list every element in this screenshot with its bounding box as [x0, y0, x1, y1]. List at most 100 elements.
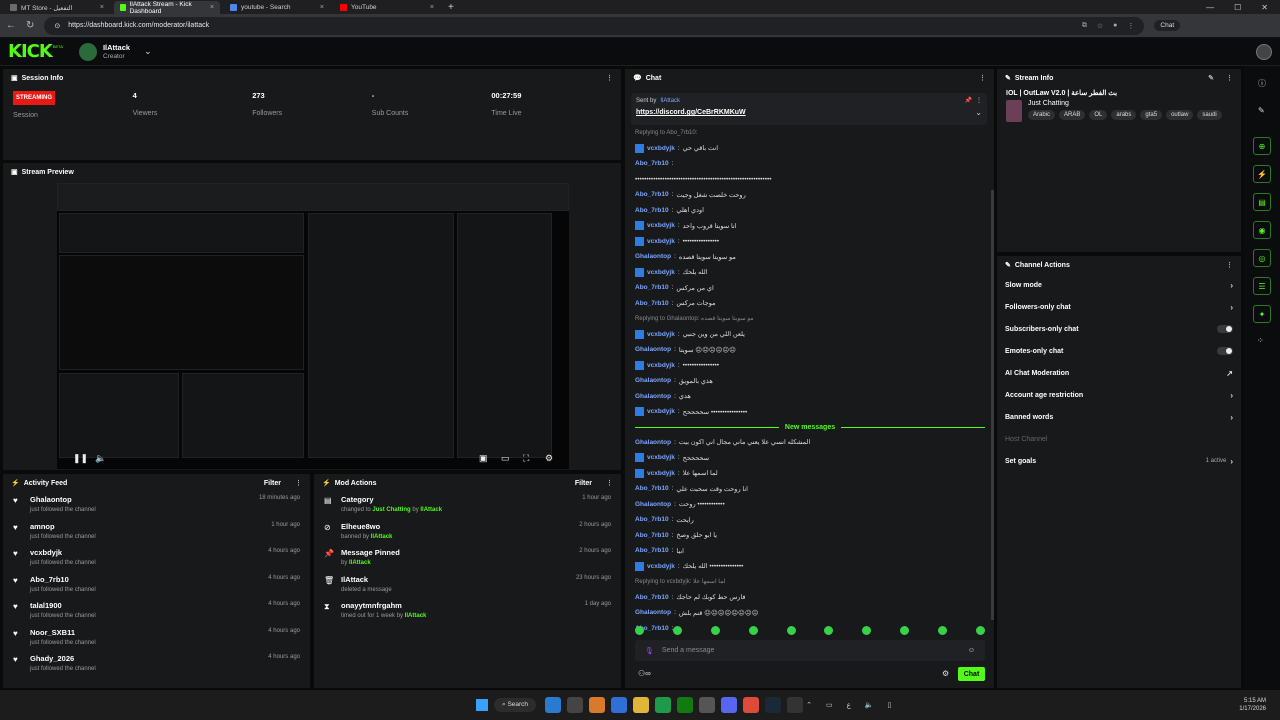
tab-close-icon[interactable]: ×	[320, 4, 324, 11]
more-options-icon[interactable]: ⋮	[295, 479, 302, 487]
chat-username[interactable]: Ghalaontop	[635, 501, 671, 508]
menu-dots-icon[interactable]: ⋮	[1127, 22, 1134, 30]
chat-message[interactable]: Ghalaontop: مو سويتا سويتا قصده	[635, 249, 985, 265]
more-options-icon[interactable]: ⋮	[1226, 261, 1233, 269]
close-window-icon[interactable]: ✕	[1261, 1, 1268, 14]
chat-message[interactable]: Ghalaontop: المشكله انسي علا يعني ماني مج…	[635, 435, 985, 451]
minimize-icon[interactable]: —	[1206, 1, 1214, 14]
emote-icon[interactable]	[635, 626, 644, 635]
activity-user[interactable]: Ghalaontop	[30, 495, 251, 505]
pause-icon[interactable]: ❚❚	[73, 453, 88, 464]
more-options-icon[interactable]: ⋮	[1226, 74, 1233, 82]
emoji-icon[interactable]: ☺	[968, 647, 975, 654]
chat-username[interactable]: vcxbdyjk	[647, 362, 675, 369]
activity-user[interactable]: vcxbdyjk	[30, 548, 260, 558]
speaker-icon[interactable]: 🔈	[865, 701, 874, 709]
pip-icon[interactable]: ▣	[479, 453, 488, 464]
chevron-down-icon[interactable]: ⌄	[144, 46, 152, 57]
steam-icon[interactable]	[765, 697, 782, 713]
chat-message[interactable]: Ghalaontop: قنم بلش ☹☹☹☹☹☹☹☹	[635, 605, 985, 621]
chevron-right-icon[interactable]: ›	[1230, 391, 1233, 400]
mod-action-item[interactable]: 📌 Message Pinned by IlAttack 2 hours ago	[314, 545, 621, 572]
edit-pencil-icon[interactable]: ✎	[1208, 74, 1214, 82]
start-icon[interactable]	[476, 699, 488, 711]
language-indicator[interactable]: ع	[847, 701, 851, 709]
chat-username[interactable]: Abo_7rb10	[635, 594, 669, 601]
activity-item[interactable]: ♥ amnop just followed the channel 1 hour ag…	[3, 519, 310, 546]
chat-message[interactable]: vcxbdyjk: سححححح ••••••••••••••••	[635, 404, 985, 420]
mod-action-by[interactable]: IlAttack	[371, 534, 393, 540]
chat-username[interactable]: Abo_7rb10	[635, 207, 669, 214]
toggle-switch[interactable]	[1217, 325, 1233, 333]
chevron-right-icon[interactable]: ›	[1230, 303, 1233, 312]
browser-tab[interactable]: MT Store - التفعيل ×	[4, 1, 110, 14]
chat-message[interactable]: Abo_7rb10:	[635, 156, 985, 172]
more-options-icon[interactable]: ⋮	[606, 479, 613, 487]
chat-username[interactable]: vcxbdyjk	[647, 331, 675, 338]
tray-arrow-icon[interactable]: ⌃	[806, 701, 812, 709]
chat-message[interactable]: vcxbdyjk: انت باقي حي	[635, 141, 985, 157]
chat-username[interactable]: vcxbdyjk	[647, 563, 675, 570]
theater-icon[interactable]: ▭	[501, 453, 510, 464]
mod-action-by[interactable]: IlAttack	[405, 613, 427, 619]
emote-icon[interactable]	[824, 626, 834, 635]
chat-message[interactable]: vcxbdyjk: سححححح	[635, 450, 985, 466]
channel-action-row[interactable]: Emotes-only chat	[997, 340, 1241, 362]
mod-action-by[interactable]: IlAttack	[349, 560, 371, 566]
chat-username[interactable]: Abo_7rb10	[635, 532, 669, 539]
chevron-right-icon[interactable]: ›	[1230, 281, 1233, 290]
settings-icon[interactable]: ⚙	[545, 453, 553, 464]
emote-icon[interactable]	[900, 626, 910, 635]
mod-action-by[interactable]: IlAttack	[420, 507, 442, 513]
chat-message[interactable]: vcxbdyjk: يلعن اللي من وين جنبي	[635, 327, 985, 343]
mod-action-highlight[interactable]: Just Chatting	[372, 507, 410, 513]
calculator-icon[interactable]	[787, 697, 804, 713]
chat-username[interactable]: Ghalaontop	[635, 377, 671, 384]
send-chat-button[interactable]: Chat	[958, 667, 985, 681]
chat-message[interactable]: ••••••••••••••••••••••••••••••••••••••••…	[635, 172, 985, 188]
chat-message[interactable]: Abo_7rb10: فارس حط كوبك لم حاجك	[635, 590, 985, 606]
chat-username[interactable]: Abo_7rb10	[635, 160, 669, 167]
filter-button[interactable]: Filter	[575, 480, 592, 487]
extensions-icon[interactable]: ⧉	[1082, 22, 1087, 30]
browser-tab[interactable]: IlAttack Stream - Kick Dashboard ×	[114, 1, 220, 15]
profile-icon[interactable]: ●	[1113, 22, 1117, 30]
chat-username[interactable]: Ghalaontop	[635, 393, 671, 400]
lightning-icon[interactable]: ⚡	[1253, 165, 1271, 183]
emote-icon[interactable]	[786, 626, 796, 635]
taskbar-search[interactable]: ⌕ Search	[494, 698, 537, 712]
chrome-icon[interactable]	[743, 697, 760, 713]
user-avatar[interactable]	[1256, 43, 1272, 60]
channel-action-row[interactable]: Set goals 1 active ›	[997, 450, 1241, 472]
emote-icon[interactable]	[710, 626, 720, 635]
chat-message[interactable]: Abo_7rb10: اودي اهلي	[635, 203, 985, 219]
list-icon[interactable]: ☰	[1253, 277, 1271, 295]
stream-tag[interactable]: gta5	[1140, 110, 1163, 120]
channel-action-row[interactable]: Banned words ›	[997, 406, 1241, 428]
chat-username[interactable]: Ghalaontop	[635, 609, 671, 616]
chat-message[interactable]: Ghalaontop: هذي بالمويق	[635, 373, 985, 389]
emote-icon[interactable]	[748, 626, 758, 635]
chat-message[interactable]: Abo_7rb10: روحت خلصت شغل وجيت	[635, 187, 985, 203]
more-options-icon[interactable]: ⋮	[979, 74, 986, 82]
activity-item[interactable]: ♥ Ghalaontop just followed the channel 18 m…	[3, 492, 310, 519]
stream-tag[interactable]: ARAB	[1059, 110, 1086, 120]
site-info-icon[interactable]: ⊙	[54, 22, 60, 30]
chat-scrollbar[interactable]	[991, 190, 994, 620]
stream-tag[interactable]: saudi	[1197, 110, 1222, 120]
chat-message[interactable]: Abo_7rb10: اي من مركس	[635, 280, 985, 296]
activity-item[interactable]: ♥ Noor_SXB11 just followed the channel 4 ho…	[3, 625, 310, 652]
mic-icon[interactable]: 🎙	[645, 647, 654, 655]
emote-icon[interactable]	[672, 626, 682, 635]
toggle-switch[interactable]	[1217, 347, 1233, 355]
chat-message[interactable]: Ghalaontop: روحت ••••••••••••	[635, 497, 985, 513]
back-icon[interactable]: ←	[6, 20, 16, 31]
chat-username[interactable]: vcxbdyjk	[647, 269, 675, 276]
pin-icon[interactable]: 📌	[965, 97, 972, 104]
mod-action-item[interactable]: ⊘ Elheue8wo banned by IlAttack 2 hours ago	[314, 519, 621, 546]
chat-message[interactable]: vcxbdyjk: الله يلحك	[635, 265, 985, 281]
browser-tab[interactable]: YouTube ×	[334, 1, 440, 14]
chat-bubble-icon[interactable]: ◉	[1253, 221, 1271, 239]
video-player[interactable]: ❚❚ 🔈 ▣ ▭ ⛶ ⚙	[57, 183, 569, 469]
info-icon[interactable]: ⓘ	[1258, 78, 1266, 89]
